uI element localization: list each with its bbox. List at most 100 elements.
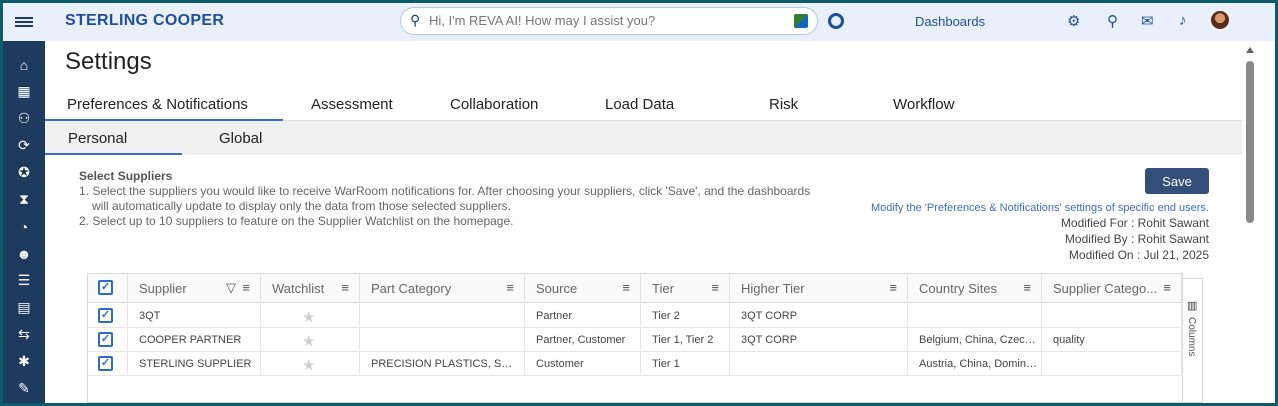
edit-user-icon[interactable]: ✎ (3, 375, 45, 402)
select-suppliers-heading: Select Suppliers (79, 169, 173, 183)
filter-icon[interactable]: ▽ (226, 280, 236, 296)
instruction-1-cont: will automatically update to display onl… (92, 199, 511, 213)
column-menu-icon[interactable]: ≡ (622, 280, 630, 295)
source-cell: Partner, Customer (536, 334, 626, 346)
country-sites-cell: Belgium, China, Czechi... (919, 334, 1037, 346)
transfer-icon[interactable]: ⇆ (3, 321, 45, 348)
columns-panel-toggle[interactable]: ▥ Columns (1182, 278, 1203, 403)
columns-label: Columns (1186, 317, 1197, 357)
column-header-supplier[interactable]: Supplier ▽ ≡ (128, 274, 261, 302)
brand-name: STERLING COOPER (65, 12, 225, 29)
modify-preferences-link[interactable]: Modify the 'Preferences & Notifications'… (871, 202, 1209, 214)
country-sites-cell: Austria, China, Domini... (919, 358, 1037, 370)
ai-assistant-icon[interactable] (794, 14, 808, 28)
row-checkbox[interactable]: ✓ (98, 356, 113, 371)
search-input[interactable] (429, 13, 779, 28)
primary-tabs: Preferences & Notifications Assessment C… (45, 89, 1242, 121)
tab-assessment[interactable]: Assessment (311, 96, 393, 113)
part-category-cell: PRECISION PLASTICS, SUPP... (371, 358, 517, 370)
gear-icon[interactable]: ⚙ (1067, 12, 1080, 30)
search-icon[interactable]: ⚲ (1107, 12, 1118, 30)
watchlist-star-icon[interactable]: ★ (302, 308, 315, 326)
instruction-1: 1. Select the suppliers you would like t… (79, 184, 811, 198)
modified-for: Modified For : Rohit Sawant (1060, 216, 1209, 230)
watchlist-star-icon[interactable]: ★ (302, 332, 315, 350)
modified-by: Modified By : Rohit Sawant (1064, 232, 1209, 246)
refresh-icon[interactable]: ⟳ (3, 132, 45, 159)
clipboard-icon[interactable]: ▤ (3, 294, 45, 321)
column-menu-icon[interactable]: ≡ (242, 280, 250, 295)
dashboards-link[interactable]: Dashboards (915, 14, 985, 29)
scrollbar-thumb[interactable] (1246, 61, 1254, 223)
column-header-higher-tier[interactable]: Higher Tier ≡ (730, 274, 908, 302)
column-header-tier[interactable]: Tier ≡ (641, 274, 730, 302)
columns-icon: ▥ (1187, 300, 1198, 312)
column-header-country-sites[interactable]: Country Sites ≡ (908, 274, 1042, 302)
messages-icon[interactable]: ✉ (1141, 12, 1154, 30)
page-title: Settings (65, 48, 152, 75)
column-menu-icon[interactable]: ≡ (1163, 280, 1171, 295)
table-row[interactable]: ✓ 3QT ★ Partner Tier 2 3QT CORP (88, 304, 1182, 328)
instruction-2: 2. Select up to 10 suppliers to feature … (79, 214, 514, 228)
column-menu-icon[interactable]: ≡ (889, 280, 897, 295)
tier-cell: Tier 1 (652, 358, 680, 370)
tab-load-data[interactable]: Load Data (605, 96, 674, 113)
save-button[interactable]: Save (1145, 168, 1209, 194)
hamburger-menu-icon[interactable] (3, 3, 45, 41)
column-header-source[interactable]: Source ≡ (525, 274, 641, 302)
bell-icon[interactable]: ♪ (1179, 12, 1187, 29)
higher-tier-cell: 3QT CORP (741, 334, 798, 346)
supplier-category-cell: quality (1053, 334, 1085, 346)
reva-assistant-icon[interactable] (828, 13, 844, 29)
supplier-cell: STERLING SUPPLIER (139, 358, 252, 370)
new-badge-icon[interactable]: ✱ (3, 348, 45, 375)
row-checkbox[interactable]: ✓ (98, 308, 113, 323)
org-chart-icon[interactable]: ⚇ (3, 105, 45, 132)
avatar[interactable] (1211, 11, 1229, 29)
scroll-up-icon[interactable] (1246, 47, 1254, 53)
column-header-part-category[interactable]: Part Category ≡ (360, 274, 525, 302)
search-icon: ⚲ (410, 12, 421, 28)
column-menu-icon[interactable]: ≡ (506, 280, 514, 295)
top-header: STERLING COOPER ⚲ Dashboards ⚙ ⚲ ✉ ♪ (45, 3, 1275, 41)
supplier-cell: 3QT (139, 310, 161, 322)
calendar-icon[interactable]: ▦ (3, 78, 45, 105)
column-menu-icon[interactable]: ≡ (711, 280, 719, 295)
supplier-cell: COOPER PARTNER (139, 334, 242, 346)
column-header-supplier-category[interactable]: Supplier Catego... ≡ (1042, 274, 1182, 302)
watchlist-star-icon[interactable]: ★ (302, 356, 315, 374)
tier-cell: Tier 1, Tier 2 (652, 334, 714, 346)
hourglass-icon[interactable]: ⧗ (3, 186, 45, 213)
column-header-watchlist[interactable]: Watchlist ≡ (261, 274, 360, 302)
modified-on: Modified On : Jul 21, 2025 (1068, 248, 1209, 262)
tab-personal[interactable]: Personal (68, 130, 127, 147)
column-menu-icon[interactable]: ≡ (341, 280, 349, 295)
search-bar[interactable]: ⚲ (400, 7, 818, 35)
award-icon[interactable]: ✪ (3, 159, 45, 186)
suppliers-grid: ✓ Supplier ▽ ≡ Watchlist ≡ Part Category… (87, 273, 1183, 403)
left-nav-rail: ⌂ ▦ ⚇ ⟳ ✪ ⧗ ◔ ☻ ☰ ▤ ⇆ ✱ ✎ (3, 3, 45, 403)
tab-preferences-notifications[interactable]: Preferences & Notifications (67, 96, 248, 113)
column-menu-icon[interactable]: ≡ (1023, 280, 1031, 295)
table-row[interactable]: ✓ COOPER PARTNER ★ Partner, Customer Tie… (88, 328, 1182, 352)
higher-tier-cell: 3QT CORP (741, 310, 798, 322)
select-all-checkbox[interactable]: ✓ (98, 280, 113, 295)
tab-risk[interactable]: Risk (769, 96, 798, 113)
vertical-scrollbar[interactable] (1244, 45, 1256, 403)
gauge-icon[interactable]: ◔ (3, 213, 45, 240)
tier-cell: Tier 2 (652, 310, 680, 322)
home-icon[interactable]: ⌂ (3, 51, 45, 78)
instructions: 1. Select the suppliers you would like t… (79, 184, 839, 229)
secondary-tabs: Personal Global (45, 121, 1242, 155)
list-icon[interactable]: ☰ (3, 267, 45, 294)
table-row[interactable]: ✓ STERLING SUPPLIER ★ PRECISION PLASTICS… (88, 352, 1182, 376)
select-all-column: ✓ (88, 274, 128, 302)
tab-workflow[interactable]: Workflow (893, 96, 954, 113)
tab-global[interactable]: Global (219, 130, 262, 147)
source-cell: Partner (536, 310, 573, 322)
app-frame: ⌂ ▦ ⚇ ⟳ ✪ ⧗ ◔ ☻ ☰ ▤ ⇆ ✱ ✎ STERLING COOPE… (3, 3, 1275, 403)
user-settings-icon[interactable]: ☻ (3, 240, 45, 267)
tab-collaboration[interactable]: Collaboration (450, 96, 538, 113)
source-cell: Customer (536, 358, 584, 370)
row-checkbox[interactable]: ✓ (98, 332, 113, 347)
